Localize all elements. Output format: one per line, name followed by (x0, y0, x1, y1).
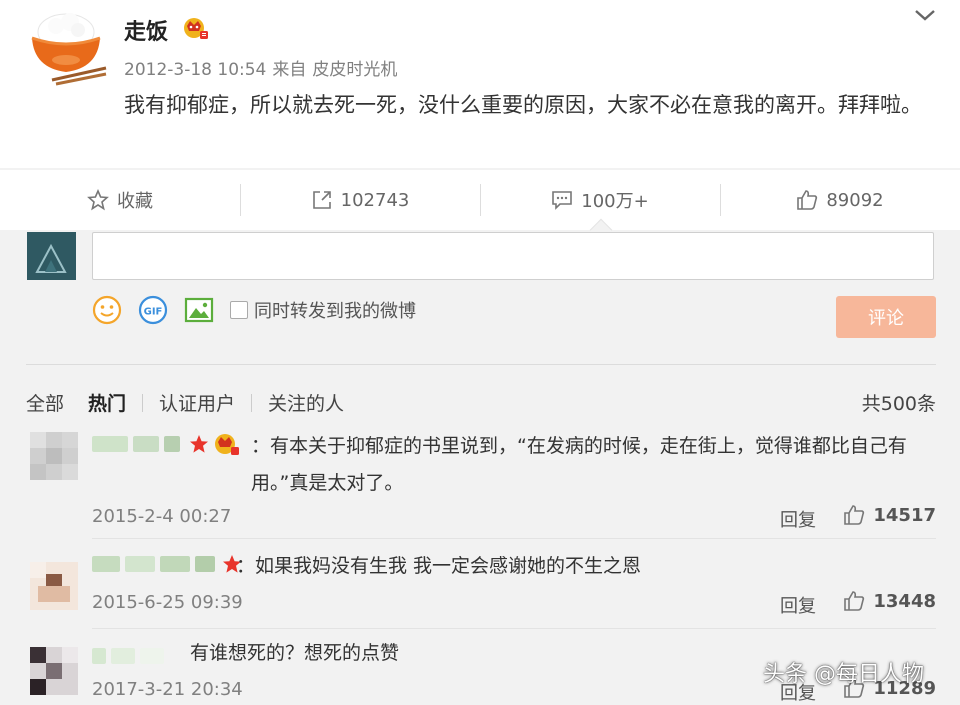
composer-toolbar: GIF 同时转发到我的微博 (92, 294, 416, 326)
comment-like-button[interactable]: 14517 (843, 504, 936, 526)
commenter-name-blurred[interactable] (92, 433, 239, 455)
thumbs-up-icon (797, 190, 818, 210)
repost-checkbox[interactable] (230, 301, 248, 319)
tab-verified-users[interactable]: 认证用户 (159, 389, 235, 416)
post-source-prefix: 来自 (272, 60, 307, 80)
comment-count: 100万+ (581, 191, 649, 212)
blurred-name (92, 556, 120, 572)
commenter-avatar[interactable] (30, 562, 78, 610)
current-user-avatar[interactable] (27, 232, 76, 280)
post-action-bar: 收藏 102743 100万+ 89092 (0, 170, 960, 230)
tab-hot[interactable]: 热门 (88, 389, 126, 416)
tab-all[interactable]: 全部 (26, 389, 64, 416)
tab-separator (251, 393, 253, 412)
comment-date: 2015-6-25 09:39 (92, 592, 243, 613)
reply-button[interactable]: 回复 (780, 592, 816, 618)
comment-input[interactable] (92, 232, 934, 280)
weibo-post: 走饭 2012-3-18 10:54 来自 皮皮时光机 我有抑郁症，所以就去死一死，… (0, 0, 960, 168)
comment-like-count: 13448 (873, 590, 936, 612)
repost-button[interactable]: 102743 (240, 170, 480, 230)
comment-divider (92, 628, 936, 629)
repost-to-weibo-option[interactable]: 同时转发到我的微博 (230, 297, 416, 323)
repost-checkbox-label: 同时转发到我的微博 (254, 301, 416, 322)
vip-crown-icon (215, 434, 239, 455)
comment-date: 2017-3-21 20:34 (92, 679, 243, 700)
post-meta: 2012-3-18 10:54 来自 皮皮时光机 (124, 55, 403, 80)
commenter-name-blurred[interactable] (92, 553, 242, 575)
blurred-name (160, 556, 190, 572)
red-star-badge-icon (190, 435, 208, 453)
comment-divider (92, 538, 936, 539)
star-outline-icon (87, 189, 109, 211)
rice-bowl-avatar[interactable] (26, 10, 108, 86)
commenter-avatar[interactable] (30, 432, 78, 480)
favorite-button[interactable]: 收藏 (0, 170, 240, 230)
comment-like-count: 14517 (873, 504, 936, 526)
blurred-name (92, 436, 128, 452)
comment-like-button[interactable]: 13448 (843, 590, 936, 612)
post-source[interactable]: 皮皮时光机 (312, 60, 397, 80)
repost-count: 102743 (340, 189, 410, 211)
post-timestamp[interactable]: 2012-3-18 10:54 (124, 60, 266, 80)
comment-total: 共500条 (861, 393, 936, 415)
commenter-name-blurred[interactable] (92, 645, 169, 667)
blurred-name (133, 436, 159, 452)
blurred-name (164, 436, 180, 452)
emoji-icon[interactable] (92, 295, 122, 325)
chevron-down-icon[interactable] (914, 6, 936, 24)
comment-bubble-icon (552, 191, 573, 210)
reply-button[interactable]: 回复 (780, 506, 816, 532)
blurred-name (92, 648, 106, 664)
post-text: 我有抑郁症，所以就去死一死，没什么重要的原因，大家不必在意我的离开。拜拜啦。 (124, 93, 922, 117)
commenter-avatar[interactable] (30, 647, 78, 695)
thumbs-up-icon (844, 505, 865, 525)
blurred-name (125, 556, 155, 572)
blurred-name (111, 648, 135, 664)
blurred-name (195, 556, 215, 572)
svg-text:GIF: GIF (144, 307, 163, 318)
comment-text: ：如果我妈没有生我 我一定会感谢她的不生之恩 (236, 555, 642, 577)
image-icon[interactable] (184, 295, 214, 325)
tab-following[interactable]: 关注的人 (268, 389, 344, 416)
comment-item: ：有本关于抑郁症的书里说到，“在发病的时候，走在街上，觉得谁都比自己有用。”真是… (26, 430, 936, 540)
thumbs-up-icon (844, 591, 865, 611)
favorite-label: 收藏 (117, 191, 153, 212)
comment-text: ：有本关于抑郁症的书里说到，“在发病的时候，走在街上，觉得谁都比自己有用。”真是… (251, 435, 907, 494)
tab-separator (142, 393, 144, 412)
gif-icon[interactable]: GIF (138, 295, 168, 325)
comment-item: ：如果我妈没有生我 我一定会感谢她的不生之恩 2015-6-25 09:39 回… (26, 550, 936, 630)
blurred-name (140, 648, 164, 664)
comment-date: 2015-2-4 00:27 (92, 506, 232, 527)
comment-filter-tabs: 全部 热门 认证用户 关注的人 (26, 389, 344, 416)
like-count: 89092 (826, 189, 884, 211)
toutiao-watermark: 头条 @每日人物 (763, 662, 924, 687)
like-button[interactable]: 89092 (720, 170, 960, 230)
section-divider (26, 364, 936, 365)
post-username[interactable]: 走饭 (124, 14, 168, 46)
vip-crown-icon (184, 18, 208, 39)
share-icon (312, 191, 331, 209)
submit-comment-button[interactable]: 评论 (836, 296, 936, 338)
